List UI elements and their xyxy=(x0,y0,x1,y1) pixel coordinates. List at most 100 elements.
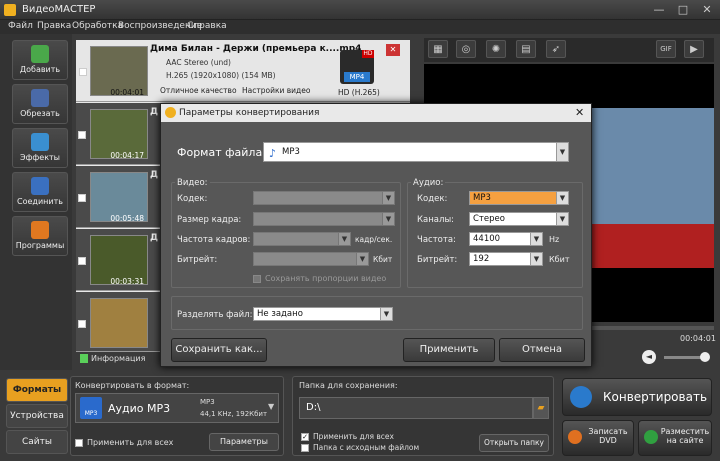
file-video-info: H.265 (1920x1080) (154 MB) xyxy=(166,71,276,80)
apply-all-folder-label: Применить для всех xyxy=(313,432,394,441)
programs-icon xyxy=(31,221,49,239)
video-codec-select[interactable]: ▼ xyxy=(253,191,395,205)
menu-file[interactable]: Файл xyxy=(8,21,33,31)
preview-toolbar: ▦ ◎ ✺ ▤ ➶ GIF ▶ xyxy=(424,38,714,62)
frame-rate-label: Частота кадров: xyxy=(177,235,251,245)
fullscreen-icon[interactable]: ▶ xyxy=(684,40,704,58)
file-title: Дима Билан - Держи (премьера к....mp4 xyxy=(150,44,362,54)
gif-button[interactable]: GIF xyxy=(656,40,676,58)
chevron-down-icon: ▼ xyxy=(382,192,394,204)
menu-edit[interactable]: Правка xyxy=(37,21,71,31)
tab-formats[interactable]: Форматы xyxy=(6,378,68,402)
format-name: Аудио MP3 xyxy=(108,402,171,415)
info-button[interactable]: Информация xyxy=(91,354,145,363)
file-quality[interactable]: Отличное качество xyxy=(160,86,237,95)
file-checkbox[interactable] xyxy=(78,131,86,139)
remove-file-button[interactable]: ✕ xyxy=(386,44,400,56)
add-label: Добавить xyxy=(19,65,61,74)
frame-rate-select[interactable]: ▼ xyxy=(253,232,351,246)
tab-sites[interactable]: Сайты xyxy=(6,430,68,454)
chevron-down-icon: ▼ xyxy=(556,213,568,225)
close-button[interactable]: ✕ xyxy=(696,2,718,18)
maximize-button[interactable]: □ xyxy=(672,2,694,18)
file-title: Д xyxy=(150,233,159,243)
stabilize-icon[interactable]: ◎ xyxy=(456,40,476,58)
preview-car xyxy=(592,224,714,268)
dialog-close-icon[interactable]: ✕ xyxy=(575,106,584,119)
volume-handle[interactable] xyxy=(700,352,710,362)
save-as-button[interactable]: Сохранить как... xyxy=(171,338,267,362)
format-codec: MP3 xyxy=(200,398,215,406)
apply-all-folder-checkbox[interactable]: ✓ xyxy=(301,433,309,441)
chevron-down-icon: ▼ xyxy=(382,213,394,225)
format-label: Формат файла: xyxy=(177,146,266,159)
file-checkbox[interactable] xyxy=(79,68,87,76)
folder-icon[interactable]: ▰ xyxy=(533,397,549,419)
audio-codec-select[interactable]: MP3 ▼ xyxy=(469,191,569,205)
sample-rate-unit: Hz xyxy=(549,235,560,244)
film-icon[interactable]: ▤ xyxy=(516,40,536,58)
menu-bar: Файл Правка Обработка Воспроизведение Сп… xyxy=(0,20,720,34)
format-selector[interactable]: MP3 Аудио MP3 MP3 44,1 KHz, 192Кбит ▼ xyxy=(75,393,279,423)
volume-icon[interactable]: ◄ xyxy=(642,350,656,364)
split-select[interactable]: Не задано ▼ xyxy=(253,307,393,321)
file-checkbox[interactable] xyxy=(78,194,86,202)
channels-value: Стерео xyxy=(473,214,505,224)
chevron-down-icon: ▼ xyxy=(530,233,542,245)
apply-all-checkbox[interactable] xyxy=(75,439,83,447)
video-bitrate-unit: Кбит xyxy=(373,255,393,264)
open-folder-button[interactable]: Открыть папку xyxy=(479,434,549,452)
add-button[interactable]: Добавить xyxy=(12,40,68,80)
sidebar: Добавить Обрезать Эффекты Соединить Прог… xyxy=(0,34,72,370)
programs-label: Программы xyxy=(15,241,65,250)
apply-button[interactable]: Применить xyxy=(403,338,495,362)
frame-size-select[interactable]: ▼ xyxy=(253,212,395,226)
file-row[interactable]: 00:04:01 Дима Билан - Держи (премьера к.… xyxy=(76,40,410,102)
dialog-title: Параметры конвертирования xyxy=(179,108,320,118)
format-dropdown-icon[interactable]: ▼ xyxy=(268,402,274,411)
same-folder-checkbox[interactable] xyxy=(301,444,309,452)
audio-bitrate-label: Битрейт: xyxy=(417,255,458,265)
apply-all-label: Применить для всех xyxy=(87,438,174,447)
brightness-icon[interactable]: ✺ xyxy=(486,40,506,58)
speed-icon[interactable]: ➶ xyxy=(546,40,566,58)
trim-button[interactable]: Обрезать xyxy=(12,84,68,124)
join-icon xyxy=(31,177,49,195)
audio-bitrate-select[interactable]: 192 ▼ xyxy=(469,252,543,266)
parameters-button[interactable]: Параметры xyxy=(209,433,279,451)
trim-icon xyxy=(31,89,49,107)
minimize-button[interactable]: — xyxy=(648,2,670,18)
effects-button[interactable]: Эффекты xyxy=(12,128,68,168)
save-path-input[interactable]: D:\ xyxy=(299,397,533,419)
effects-label: Эффекты xyxy=(20,153,60,162)
keep-ratio-checkbox[interactable] xyxy=(253,275,261,283)
tab-devices[interactable]: Устройства xyxy=(6,404,68,428)
trim-label: Обрезать xyxy=(20,109,60,118)
cancel-button[interactable]: Отмена xyxy=(499,338,585,362)
join-label: Соединить xyxy=(17,197,63,206)
chevron-down-icon: ▼ xyxy=(380,308,392,320)
join-button[interactable]: Соединить xyxy=(12,172,68,212)
format-detail: HD (H.265) xyxy=(338,88,380,97)
file-format-select[interactable]: ♪ MP3 ▼ xyxy=(263,142,569,162)
same-folder-label: Папка с исходным файлом xyxy=(313,443,420,452)
file-checkbox[interactable] xyxy=(78,320,86,328)
crop-icon[interactable]: ▦ xyxy=(428,40,448,58)
add-icon xyxy=(31,45,49,63)
chevron-down-icon: ▼ xyxy=(356,253,368,265)
video-settings-link[interactable]: Настройки видео xyxy=(242,86,310,95)
save-folder-panel: Папка для сохранения: D:\ ▰ ✓ Применить … xyxy=(292,376,554,456)
video-bitrate-select[interactable]: ▼ xyxy=(253,252,369,266)
channels-select[interactable]: Стерео ▼ xyxy=(469,212,569,226)
mp4-format-icon[interactable]: MP4 HD xyxy=(340,50,374,84)
sample-rate-select[interactable]: 44100 ▼ xyxy=(469,232,543,246)
menu-help[interactable]: Справка xyxy=(187,21,227,31)
programs-button[interactable]: Программы xyxy=(12,216,68,256)
file-checkbox[interactable] xyxy=(78,257,86,265)
file-thumbnail xyxy=(90,298,148,348)
convert-to-label: Конвертировать в формат: xyxy=(75,381,190,390)
menu-process[interactable]: Обработка xyxy=(72,21,123,31)
upload-icon xyxy=(644,430,658,444)
format-name: MP4 xyxy=(344,72,370,82)
video-codec-label: Кодек: xyxy=(177,194,208,204)
